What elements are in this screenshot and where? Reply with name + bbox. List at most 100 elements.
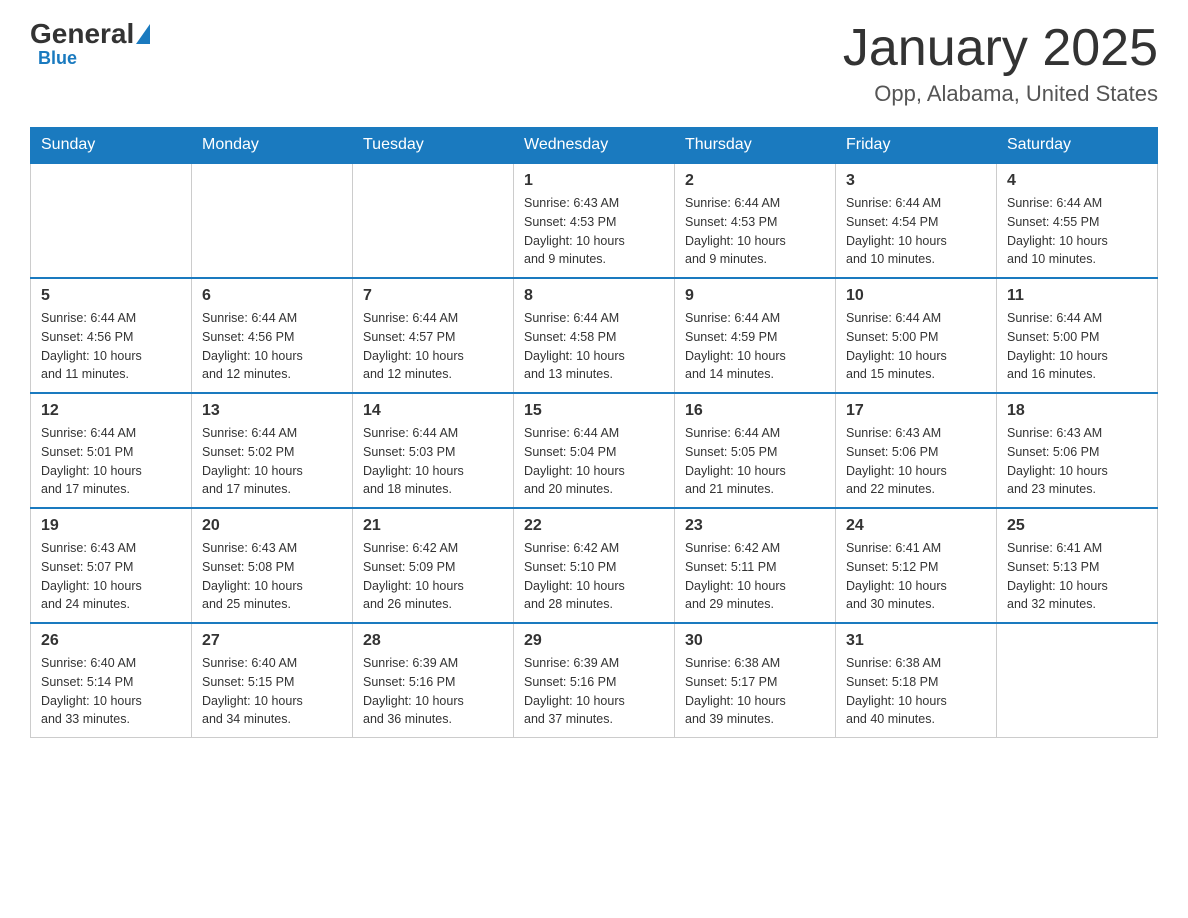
calendar-cell: 27 Sunrise: 6:40 AM Sunset: 5:15 PM Dayli… (192, 623, 353, 738)
day-number: 2 (685, 172, 825, 190)
calendar-cell: 20Sunrise: 6:43 AM Sunset: 5:08 PM Dayli… (192, 508, 353, 623)
day-number: 15 (524, 402, 664, 420)
day-info: Sunrise: 6:44 AM Sunset: 4:56 PM Dayligh… (41, 309, 181, 384)
calendar-cell: 12Sunrise: 6:44 AM Sunset: 5:01 PM Dayli… (31, 393, 192, 508)
calendar-week-3: 12Sunrise: 6:44 AM Sunset: 5:01 PM Dayli… (31, 393, 1158, 508)
calendar-cell: 29 Sunrise: 6:39 AM Sunset: 5:16 PM Dayli… (514, 623, 675, 738)
day-number: 11 (1007, 287, 1147, 305)
day-number: 9 (685, 287, 825, 305)
calendar-body: 1 Sunrise: 6:43 AM Sunset: 4:53 PM Daylig… (31, 163, 1158, 738)
logo: General Blue (30, 20, 152, 69)
day-info: Sunrise: 6:39 AM Sunset: 5:16 PM Dayligh… (524, 654, 664, 729)
day-number: 19 (41, 517, 181, 535)
calendar-cell: 17 Sunrise: 6:43 AM Sunset: 5:06 PM Dayli… (836, 393, 997, 508)
day-number: 10 (846, 287, 986, 305)
calendar-week-4: 19 Sunrise: 6:43 AM Sunset: 5:07 PM Dayli… (31, 508, 1158, 623)
day-info: Sunrise: 6:40 AM Sunset: 5:15 PM Dayligh… (202, 654, 342, 729)
day-number: 14 (363, 402, 503, 420)
day-info: Sunrise: 6:38 AM Sunset: 5:17 PM Dayligh… (685, 654, 825, 729)
day-number: 22 (524, 517, 664, 535)
day-of-week-tuesday: Tuesday (353, 128, 514, 164)
day-info: Sunrise: 6:44 AM Sunset: 5:03 PM Dayligh… (363, 424, 503, 499)
calendar-cell: 6Sunrise: 6:44 AM Sunset: 4:56 PM Daylig… (192, 278, 353, 393)
logo-general: General (30, 20, 134, 48)
calendar-cell (353, 163, 514, 278)
calendar-cell: 5 Sunrise: 6:44 AM Sunset: 4:56 PM Daylig… (31, 278, 192, 393)
calendar-table: SundayMondayTuesdayWednesdayThursdayFrid… (30, 127, 1158, 738)
calendar-cell: 9Sunrise: 6:44 AM Sunset: 4:59 PM Daylig… (675, 278, 836, 393)
day-info: Sunrise: 6:44 AM Sunset: 5:00 PM Dayligh… (1007, 309, 1147, 384)
day-number: 3 (846, 172, 986, 190)
day-number: 5 (41, 287, 181, 305)
page-title: January 2025 (843, 20, 1158, 77)
calendar-cell: 3Sunrise: 6:44 AM Sunset: 4:54 PM Daylig… (836, 163, 997, 278)
logo-triangle-icon (136, 24, 150, 44)
day-info: Sunrise: 6:44 AM Sunset: 5:00 PM Dayligh… (846, 309, 986, 384)
calendar-cell: 16 Sunrise: 6:44 AM Sunset: 5:05 PM Dayli… (675, 393, 836, 508)
calendar-cell: 23Sunrise: 6:42 AM Sunset: 5:11 PM Dayli… (675, 508, 836, 623)
day-number: 21 (363, 517, 503, 535)
day-info: Sunrise: 6:41 AM Sunset: 5:12 PM Dayligh… (846, 539, 986, 614)
day-info: Sunrise: 6:39 AM Sunset: 5:16 PM Dayligh… (363, 654, 503, 729)
calendar-cell (192, 163, 353, 278)
day-info: Sunrise: 6:43 AM Sunset: 5:06 PM Dayligh… (846, 424, 986, 499)
day-info: Sunrise: 6:44 AM Sunset: 5:01 PM Dayligh… (41, 424, 181, 499)
calendar-cell: 28Sunrise: 6:39 AM Sunset: 5:16 PM Dayli… (353, 623, 514, 738)
day-of-week-sunday: Sunday (31, 128, 192, 164)
day-info: Sunrise: 6:43 AM Sunset: 5:07 PM Dayligh… (41, 539, 181, 614)
day-number: 30 (685, 632, 825, 650)
calendar-cell: 21 Sunrise: 6:42 AM Sunset: 5:09 PM Dayli… (353, 508, 514, 623)
calendar-cell: 22 Sunrise: 6:42 AM Sunset: 5:10 PM Dayli… (514, 508, 675, 623)
day-number: 23 (685, 517, 825, 535)
day-number: 1 (524, 172, 664, 190)
day-number: 16 (685, 402, 825, 420)
day-number: 6 (202, 287, 342, 305)
calendar-cell: 14 Sunrise: 6:44 AM Sunset: 5:03 PM Dayli… (353, 393, 514, 508)
calendar-cell: 19 Sunrise: 6:43 AM Sunset: 5:07 PM Dayli… (31, 508, 192, 623)
day-of-week-thursday: Thursday (675, 128, 836, 164)
day-number: 4 (1007, 172, 1147, 190)
calendar-week-1: 1 Sunrise: 6:43 AM Sunset: 4:53 PM Daylig… (31, 163, 1158, 278)
day-number: 7 (363, 287, 503, 305)
day-of-week-wednesday: Wednesday (514, 128, 675, 164)
day-number: 26 (41, 632, 181, 650)
day-info: Sunrise: 6:43 AM Sunset: 4:53 PM Dayligh… (524, 194, 664, 269)
day-info: Sunrise: 6:44 AM Sunset: 5:02 PM Dayligh… (202, 424, 342, 499)
calendar-cell: 25 Sunrise: 6:41 AM Sunset: 5:13 PM Dayli… (997, 508, 1158, 623)
day-info: Sunrise: 6:42 AM Sunset: 5:09 PM Dayligh… (363, 539, 503, 614)
calendar-header: SundayMondayTuesdayWednesdayThursdayFrid… (31, 128, 1158, 164)
day-info: Sunrise: 6:43 AM Sunset: 5:06 PM Dayligh… (1007, 424, 1147, 499)
day-number: 18 (1007, 402, 1147, 420)
calendar-cell: 15Sunrise: 6:44 AM Sunset: 5:04 PM Dayli… (514, 393, 675, 508)
calendar-cell: 31Sunrise: 6:38 AM Sunset: 5:18 PM Dayli… (836, 623, 997, 738)
day-info: Sunrise: 6:42 AM Sunset: 5:10 PM Dayligh… (524, 539, 664, 614)
calendar-cell: 10 Sunrise: 6:44 AM Sunset: 5:00 PM Dayli… (836, 278, 997, 393)
day-info: Sunrise: 6:43 AM Sunset: 5:08 PM Dayligh… (202, 539, 342, 614)
day-number: 17 (846, 402, 986, 420)
day-number: 31 (846, 632, 986, 650)
calendar-cell: 4Sunrise: 6:44 AM Sunset: 4:55 PM Daylig… (997, 163, 1158, 278)
calendar-cell: 11 Sunrise: 6:44 AM Sunset: 5:00 PM Dayli… (997, 278, 1158, 393)
day-info: Sunrise: 6:41 AM Sunset: 5:13 PM Dayligh… (1007, 539, 1147, 614)
day-of-week-monday: Monday (192, 128, 353, 164)
day-number: 27 (202, 632, 342, 650)
day-of-week-saturday: Saturday (997, 128, 1158, 164)
day-info: Sunrise: 6:44 AM Sunset: 4:58 PM Dayligh… (524, 309, 664, 384)
calendar-cell: 8 Sunrise: 6:44 AM Sunset: 4:58 PM Daylig… (514, 278, 675, 393)
calendar-cell: 13Sunrise: 6:44 AM Sunset: 5:02 PM Dayli… (192, 393, 353, 508)
day-of-week-friday: Friday (836, 128, 997, 164)
calendar-cell: 2Sunrise: 6:44 AM Sunset: 4:53 PM Daylig… (675, 163, 836, 278)
page-header: General Blue January 2025 Opp, Alabama, … (30, 20, 1158, 107)
title-section: January 2025 Opp, Alabama, United States (843, 20, 1158, 107)
day-number: 8 (524, 287, 664, 305)
calendar-cell: 30 Sunrise: 6:38 AM Sunset: 5:17 PM Dayli… (675, 623, 836, 738)
day-info: Sunrise: 6:44 AM Sunset: 5:05 PM Dayligh… (685, 424, 825, 499)
day-number: 25 (1007, 517, 1147, 535)
calendar-week-2: 5 Sunrise: 6:44 AM Sunset: 4:56 PM Daylig… (31, 278, 1158, 393)
page-subtitle: Opp, Alabama, United States (843, 81, 1158, 107)
logo-blue: Blue (38, 48, 77, 69)
calendar-cell: 26Sunrise: 6:40 AM Sunset: 5:14 PM Dayli… (31, 623, 192, 738)
day-number: 29 (524, 632, 664, 650)
day-number: 24 (846, 517, 986, 535)
calendar-cell: 24 Sunrise: 6:41 AM Sunset: 5:12 PM Dayli… (836, 508, 997, 623)
